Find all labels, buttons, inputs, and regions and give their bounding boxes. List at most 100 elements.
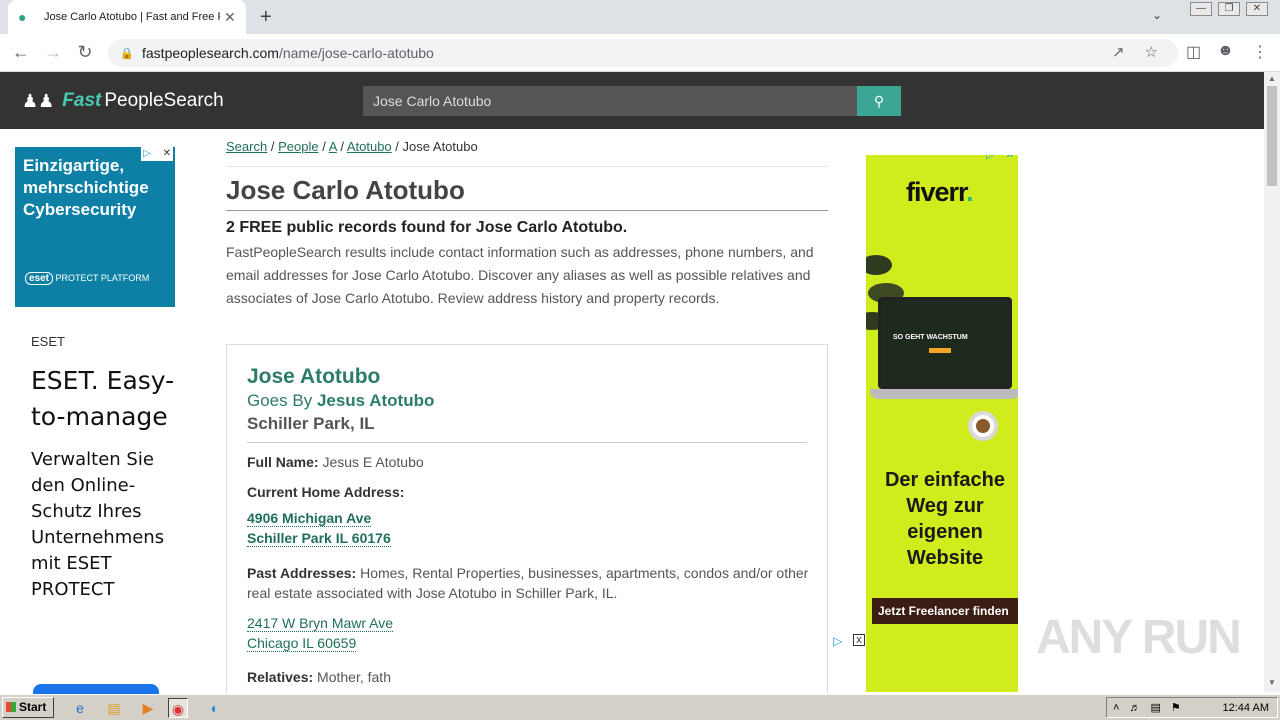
tab-search-chevron-icon[interactable]: ⌄ xyxy=(1152,8,1162,22)
breadcrumb-letter-link[interactable]: A xyxy=(329,139,337,154)
chrome-menu-icon[interactable]: ⋮ xyxy=(1252,42,1268,62)
fiverr-slogan: Der einfache Weg zur eigenen Website xyxy=(884,469,1006,569)
laptop-illustration: SO GEHT WACHSTUM xyxy=(878,297,1012,389)
window-controls: — ❐ ✕ xyxy=(1190,2,1268,16)
goes-by-label: Goes By xyxy=(247,391,313,410)
breadcrumb-people-link[interactable]: People xyxy=(278,139,318,154)
fiverr-logo-dot: . xyxy=(966,177,973,207)
adchoices-icon[interactable]: ▷ ✕ xyxy=(141,147,173,161)
profile-avatar-icon[interactable]: ☻ xyxy=(1217,42,1234,60)
breadcrumb-surname-link[interactable]: Atotubo xyxy=(347,139,392,154)
full-name-value: Jesus E Atotubo xyxy=(322,454,424,470)
url-path: /name/jose-carlo-atotubo xyxy=(278,45,434,61)
coffee-cup-icon xyxy=(968,411,998,441)
windows-taskbar: Start e ▤ ▶ ◉ ◐ ˄ ♬ ▤ ⚑ 12:44 AM xyxy=(0,694,1280,720)
breadcrumb-separator: / xyxy=(270,139,275,154)
adchoices-icon[interactable]: ▷ ✕ xyxy=(984,155,1016,163)
back-arrow-icon[interactable]: ← xyxy=(10,42,32,63)
breadcrumb-separator: / xyxy=(395,139,399,154)
new-tab-plus-icon[interactable]: + xyxy=(260,6,272,29)
breadcrumb-search-link[interactable]: Search xyxy=(226,139,267,154)
scrollbar-thumb[interactable] xyxy=(1267,86,1277,186)
breadcrumb-current: Jose Atotubo xyxy=(402,139,478,154)
close-tab-icon[interactable]: ✕ xyxy=(224,9,236,26)
laptop-screen-text: SO GEHT WACHSTUM xyxy=(893,334,968,341)
ad-close-icon[interactable]: x xyxy=(853,634,865,646)
forward-arrow-icon[interactable]: → xyxy=(42,42,64,63)
fiverr-logo: fiverr. xyxy=(906,177,974,208)
share-icon[interactable]: ↗ xyxy=(1112,43,1125,61)
clock[interactable]: 12:44 AM xyxy=(1223,702,1269,714)
scroll-down-icon[interactable]: ▼ xyxy=(1268,678,1276,687)
eset-logo-badge: eset xyxy=(25,272,54,285)
record-name-link[interactable]: Jose Atotubo xyxy=(247,365,380,389)
scroll-up-icon[interactable]: ▲ xyxy=(1268,74,1276,83)
address-bar[interactable]: 🔒 fastpeoplesearch.com /name/jose-carlo-… xyxy=(108,39,1178,67)
breadcrumb: Search / People / A / Atotubo / Jose Ato… xyxy=(226,139,828,167)
goes-by-name: Jesus Atotubo xyxy=(316,391,435,410)
eset-banner-ad[interactable]: Einzigartige, mehrschichtige Cybersecuri… xyxy=(15,147,175,307)
close-window-icon[interactable]: ✕ xyxy=(1246,2,1268,16)
bookmark-star-icon[interactable]: ☆ xyxy=(1145,43,1158,61)
lock-icon[interactable]: 🔒 xyxy=(120,47,136,60)
ie-icon[interactable]: e xyxy=(70,698,90,718)
restore-icon[interactable]: ❐ xyxy=(1218,2,1240,16)
past-address-line1-link[interactable]: 2417 W Bryn Mawr Ave xyxy=(247,615,394,632)
relatives-label: Relatives: xyxy=(247,669,314,685)
anyrun-watermark: ANY RUN xyxy=(1036,611,1242,664)
current-address-line1-link[interactable]: 4906 Michigan Ave xyxy=(247,510,372,527)
laptop-base xyxy=(870,389,1018,399)
full-name-label: Full Name: xyxy=(247,454,319,470)
media-player-icon[interactable]: ▶ xyxy=(138,698,158,718)
eset-ad-headline: Einzigartige, mehrschichtige Cybersecuri… xyxy=(23,156,149,219)
fiverr-banner-ad[interactable]: fiverr. SO GEHT WACHSTUM Der einfache We… xyxy=(866,155,1018,692)
chrome-icon[interactable]: ◉ xyxy=(168,698,188,718)
folder-icon[interactable]: ▤ xyxy=(104,698,124,718)
header-search-input[interactable] xyxy=(363,86,857,116)
url-host: fastpeoplesearch.com xyxy=(142,45,279,61)
intro-paragraph: FastPeopleSearch results include contact… xyxy=(226,244,814,306)
person-record-card: Jose Atotubo Goes By Jesus Atotubo Schil… xyxy=(226,344,828,704)
breadcrumb-separator: / xyxy=(340,139,344,154)
current-address-label: Current Home Address: xyxy=(247,484,404,500)
site-header: ♟♟ Fast PeopleSearch ⚲ xyxy=(0,72,1264,129)
tray-expand-icon[interactable]: ˄ xyxy=(1113,702,1119,714)
site-logo[interactable]: ♟♟ Fast PeopleSearch xyxy=(22,90,224,112)
start-button[interactable]: Start xyxy=(2,697,54,718)
vertical-scrollbar[interactable]: ▲ ▼ xyxy=(1264,72,1280,692)
full-name-row: Full Name: Jesus E Atotubo xyxy=(247,454,424,470)
network-icon[interactable]: ▤ xyxy=(1150,701,1160,714)
browser-tab[interactable]: ● Jose Carlo Atotubo | Fast and Free P ✕ xyxy=(8,0,246,34)
browser-toolbar: ← → ↻ 🔒 fastpeoplesearch.com /name/jose-… xyxy=(0,34,1280,72)
side-panel-icon[interactable]: ◫ xyxy=(1186,42,1201,62)
past-address-line2-link[interactable]: Chicago IL 60659 xyxy=(247,635,357,652)
eset-text-ad-brand: ESET xyxy=(31,334,65,349)
people-group-icon: ♟♟ xyxy=(22,90,55,111)
eset-logo: eset PROTECT PLATFORM xyxy=(25,272,149,285)
edge-icon[interactable]: ◐ xyxy=(205,698,225,718)
minimize-icon[interactable]: — xyxy=(1190,2,1212,16)
eset-text-ad-title: ESET. Easy-to-manage xyxy=(31,366,175,431)
people-favicon-icon: ● xyxy=(18,9,27,25)
eset-text-ad-body: Verwalten Sie den Online-Schutz Ihres Un… xyxy=(31,449,165,600)
adchoices-play-icon[interactable]: ▷ xyxy=(833,634,842,648)
current-address-line2-link[interactable]: Schiller Park IL 60176 xyxy=(247,530,391,547)
past-addresses-label: Past Addresses: xyxy=(247,565,357,581)
laptop-screen-cta xyxy=(929,348,951,353)
results-summary: 2 FREE public records found for Jose Car… xyxy=(226,219,628,236)
page-title: Jose Carlo Atotubo xyxy=(226,175,828,211)
flag-icon[interactable]: ⚑ xyxy=(1171,701,1181,714)
breadcrumb-separator: / xyxy=(322,139,326,154)
volume-icon[interactable]: ♬ xyxy=(1129,702,1140,714)
fiverr-logo-text: fiverr xyxy=(906,177,967,207)
eset-text-ad[interactable]: ESET ESET. Easy-to-manage Verwalten Sie … xyxy=(31,334,181,694)
relatives-value: Mother, fath xyxy=(317,669,391,685)
eset-ad-button[interactable] xyxy=(33,684,159,694)
fiverr-cta-button[interactable]: Jetzt Freelancer finden xyxy=(872,598,1018,624)
current-address-label-text: Current Home Address: xyxy=(247,484,405,500)
header-search-button[interactable]: ⚲ xyxy=(857,86,901,116)
reload-icon[interactable]: ↻ xyxy=(74,42,96,63)
record-location: Schiller Park, IL xyxy=(247,414,807,443)
search-icon: ⚲ xyxy=(873,93,885,109)
system-tray: ˄ ♬ ▤ ⚑ 12:44 AM xyxy=(1106,697,1278,718)
